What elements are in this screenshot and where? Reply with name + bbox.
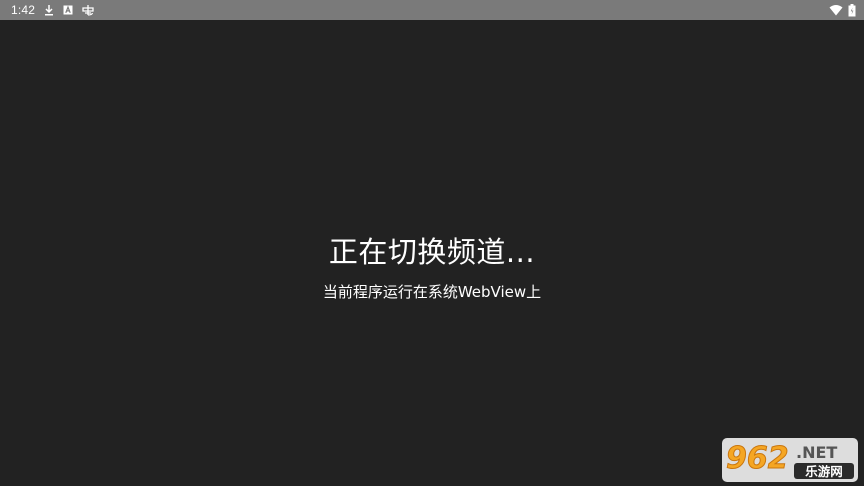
a-box-icon — [63, 4, 73, 16]
status-right — [829, 0, 856, 20]
wifi-icon — [829, 4, 843, 16]
loading-message: 正在切换频道... 当前程序运行在系统WebView上 — [0, 232, 864, 302]
status-left: 1:42 — [0, 0, 103, 20]
svg-text:乐游网: 乐游网 — [805, 464, 843, 479]
status-time: 1:42 — [11, 3, 36, 17]
svg-text:.NET: .NET — [796, 443, 837, 462]
status-bar: 1:42 — [0, 0, 864, 20]
battery-icon — [848, 3, 856, 17]
download-icon — [44, 4, 54, 16]
app-screen: 1:42 正在切换频道... 当前程序运行在系统WebView上 962 .NE… — [0, 0, 864, 486]
loading-subtitle: 当前程序运行在系统WebView上 — [322, 283, 542, 301]
clipboard-icon — [82, 4, 94, 16]
svg-text:962: 962 — [726, 441, 789, 476]
loading-title: 正在切换频道... — [328, 235, 536, 269]
site-watermark-logo: 962 .NET 乐游网 — [722, 438, 858, 482]
